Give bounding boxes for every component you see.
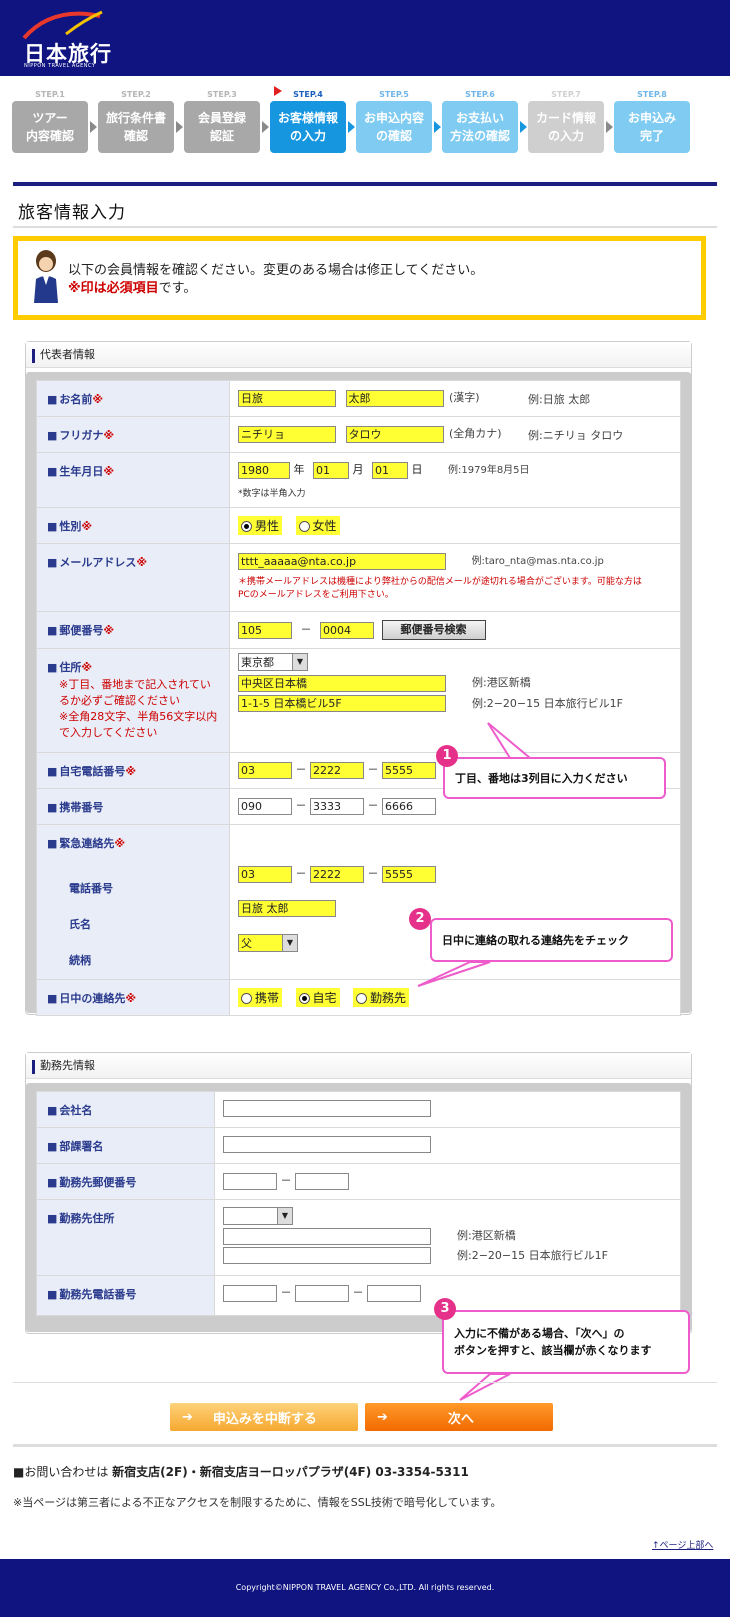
cancel-application-button[interactable]: ➔ 申込みを中断する — [170, 1403, 358, 1431]
contact-detail: 新宿支店(2F)・新宿支店ヨーロッパプラザ(4F) 03-3354-5311 — [112, 1465, 469, 1479]
ssl-notice: ※当ページは第三者による不正なアクセスを制限するために、情報をSSL技術で暗号化… — [13, 1496, 502, 1509]
arrow-right-icon: ➔ — [182, 1409, 193, 1425]
callout-pointers — [417, 722, 533, 1401]
contact-info: ■お問い合わせは 新宿支店(2F)・新宿支店ヨーロッパプラザ(4F) 03-33… — [13, 1465, 469, 1479]
copyright-footer: Copyright©NIPPON TRAVEL AGENCY Co.,LTD. … — [0, 1559, 730, 1617]
callout-2: 日中に連絡の取れる連絡先をチェック — [430, 918, 673, 962]
page-top-link[interactable]: ↑ページ上部へ — [652, 1538, 713, 1551]
callout-2-badge: 2 — [409, 908, 431, 930]
callout-1-badge: 1 — [436, 745, 458, 767]
arrow-right-icon: ➔ — [377, 1409, 388, 1425]
divider — [13, 1444, 717, 1447]
callout-3-badge: 3 — [434, 1298, 456, 1320]
divider — [13, 1382, 717, 1383]
callout-1: 丁目、番地は3列目に入力ください — [443, 757, 666, 799]
next-button[interactable]: ➔ 次へ — [365, 1403, 553, 1431]
callout-3: 入力に不備がある場合、「次へ」の ボタンを押すと、該当欄が赤くなります — [442, 1310, 690, 1374]
